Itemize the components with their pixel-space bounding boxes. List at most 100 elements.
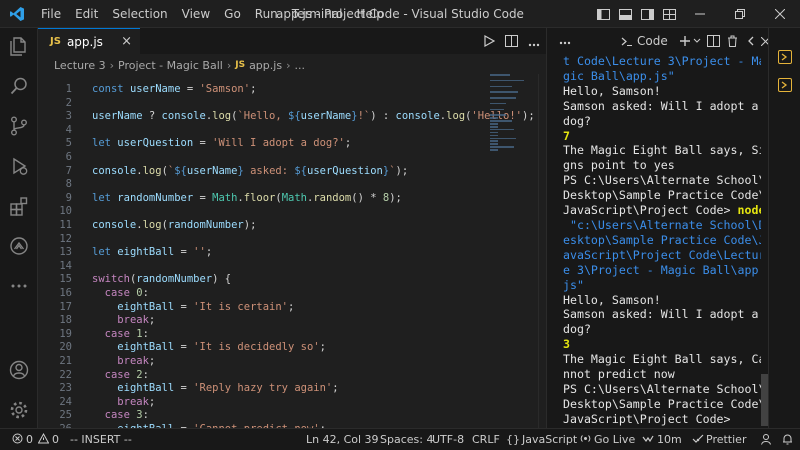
error-count[interactable]: 0 xyxy=(26,429,33,450)
warning-icon[interactable] xyxy=(37,429,50,450)
code-token: eightBall xyxy=(117,341,175,354)
settings-icon[interactable] xyxy=(0,392,38,428)
code-line[interactable]: 23 eightBall = 'Reply hazy try again'; xyxy=(38,381,488,395)
code-line[interactable]: 11 console.log(randomNumber); xyxy=(38,218,488,232)
trash-icon[interactable] xyxy=(727,28,738,54)
split-terminal-icon[interactable] xyxy=(707,28,720,54)
terminal-label[interactable]: Code xyxy=(637,28,668,54)
code-line[interactable]: 9 let randomNumber = Math.floor(Math.rand… xyxy=(38,191,488,205)
code-line[interactable]: 10 xyxy=(38,204,488,218)
code-token: ; xyxy=(332,382,339,395)
editor-scrollbar[interactable] xyxy=(538,74,546,428)
more-icon[interactable] xyxy=(0,268,38,304)
toggle-panel-icon[interactable] xyxy=(614,0,636,28)
new-terminal-icon[interactable] xyxy=(679,28,691,54)
menu-run[interactable]: Run xyxy=(248,0,285,28)
coding-time[interactable]: 10m xyxy=(657,429,682,450)
menu-view[interactable]: View xyxy=(175,0,217,28)
prettier-status[interactable]: Prettier xyxy=(706,429,746,450)
code-token: ; xyxy=(148,314,156,327)
code-line[interactable]: 20 eightBall = 'It is decidedly so'; xyxy=(38,340,488,354)
warning-count[interactable]: 0 xyxy=(52,429,59,450)
notifications-icon[interactable] xyxy=(782,429,793,450)
encoding[interactable]: UTF-8 xyxy=(432,429,464,450)
code-line[interactable]: 2 xyxy=(38,96,488,110)
extensions-icon[interactable] xyxy=(0,188,38,224)
minimap[interactable] xyxy=(490,74,534,151)
code-token: randomNumber xyxy=(136,273,213,286)
menu-go[interactable]: Go xyxy=(217,0,248,28)
code-token: Math xyxy=(212,191,238,204)
code-line[interactable]: 25 case 3: xyxy=(38,408,488,422)
toggle-sidebar-icon[interactable] xyxy=(592,0,614,28)
search-icon[interactable] xyxy=(0,68,38,104)
close-icon[interactable] xyxy=(760,0,800,28)
cursor-position[interactable]: Ln 42, Col 39 xyxy=(306,429,379,450)
run-code-icon[interactable] xyxy=(483,32,496,51)
line-ending[interactable]: CRLF xyxy=(472,429,500,450)
chevron-down-icon[interactable] xyxy=(693,28,701,54)
code-line[interactable]: 22 case 2: xyxy=(38,368,488,382)
menu-edit[interactable]: Edit xyxy=(68,0,105,28)
error-icon[interactable] xyxy=(12,429,23,450)
account-status-icon[interactable] xyxy=(760,429,772,450)
more-icon[interactable] xyxy=(559,34,571,48)
code-line[interactable]: 19 case 1: xyxy=(38,327,488,341)
code-line[interactable]: 24 break; xyxy=(38,395,488,409)
code-token: 'Will I adopt a dog?' xyxy=(212,137,345,150)
code-line[interactable]: 14 xyxy=(38,259,488,273)
line-number: 8 xyxy=(65,178,72,191)
indentation[interactable]: Spaces: 4 xyxy=(380,429,433,450)
tab-app-js[interactable]: JS app.js × xyxy=(38,28,140,54)
go-live-button[interactable]: Go Live xyxy=(594,429,635,450)
menu-terminal[interactable]: Terminal xyxy=(285,0,350,28)
code-line[interactable]: 6 xyxy=(38,150,488,164)
account-icon[interactable] xyxy=(0,352,38,388)
code-line[interactable]: 18 break; xyxy=(38,313,488,327)
source-control-icon[interactable] xyxy=(0,108,38,144)
minimize-icon[interactable] xyxy=(680,0,720,28)
breadcrumb-symbol[interactable]: ... xyxy=(294,59,305,72)
tab-close-icon[interactable]: × xyxy=(121,34,132,49)
code-line[interactable]: 17 eightBall = 'It is certain'; xyxy=(38,300,488,314)
code-line[interactable]: 1 const userName = 'Samson'; xyxy=(38,82,488,96)
code-line[interactable]: 13 let eightBall = ''; xyxy=(38,245,488,259)
terminal-tab-icon[interactable] xyxy=(778,78,792,92)
code-line[interactable]: 12 xyxy=(38,232,488,246)
code-token: userName xyxy=(186,164,238,177)
menu-selection[interactable]: Selection xyxy=(105,0,174,28)
breadcrumb-folder-lecture[interactable]: Lecture 3 xyxy=(54,59,106,72)
code-line[interactable]: 21 break; xyxy=(38,354,488,368)
explorer-icon[interactable] xyxy=(0,28,38,64)
breadcrumb-file[interactable]: app.js xyxy=(249,59,282,72)
code-line[interactable]: 7 console.log(`${userName} asked: ${userQ… xyxy=(38,164,488,178)
breadcrumb-folder-project[interactable]: Project - Magic Ball xyxy=(118,59,223,72)
more-actions-icon[interactable] xyxy=(528,32,540,51)
code-line[interactable]: 15 switch(randomNumber) { xyxy=(38,272,488,286)
terminal-scrollbar[interactable] xyxy=(761,374,768,426)
language-mode[interactable]: JavaScript xyxy=(522,429,577,450)
code-line[interactable]: 16 case 0: xyxy=(38,286,488,300)
chevron-left-icon[interactable] xyxy=(747,28,755,54)
customize-layout-icon[interactable] xyxy=(658,0,680,28)
code-line[interactable]: 4 xyxy=(38,123,488,137)
minimap-line xyxy=(490,85,512,88)
menu-file[interactable]: File xyxy=(34,0,68,28)
code-line[interactable]: 5 let userQuestion = 'Will I adopt a dog?… xyxy=(38,136,488,150)
code-editor[interactable]: 1 const userName = 'Samson'; 2 3 userName ? … xyxy=(38,74,546,428)
code-line[interactable]: 3 userName ? console.log(`Hello, ${userNa… xyxy=(38,109,535,123)
run-debug-icon[interactable] xyxy=(0,148,38,184)
minimap-line xyxy=(490,108,504,111)
menu-help[interactable]: Help xyxy=(350,0,391,28)
terminal-output[interactable]: t Code\Lecture 3\Project - Ma gic Ball\ap… xyxy=(563,54,761,428)
restore-icon[interactable] xyxy=(720,0,760,28)
code-line[interactable]: 8 xyxy=(38,177,488,191)
code-token: case xyxy=(104,368,137,381)
toggle-secondary-sidebar-icon[interactable] xyxy=(636,0,658,28)
remote-explorer-icon[interactable] xyxy=(0,228,38,264)
terminal-tab-icon[interactable] xyxy=(778,50,792,64)
line-number: 16 xyxy=(59,287,72,299)
terminal-line: gns point to yes xyxy=(563,158,675,173)
code-token: console xyxy=(92,219,137,231)
split-editor-icon[interactable] xyxy=(505,32,518,51)
